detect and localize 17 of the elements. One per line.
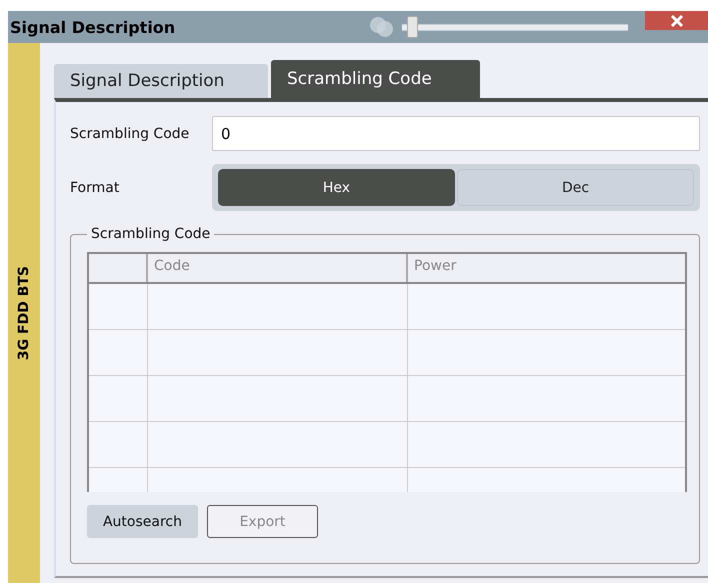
- column-header: Code: [148, 254, 408, 282]
- field-label: Scrambling Code: [70, 126, 190, 142]
- slider-thumb[interactable]: [406, 16, 418, 38]
- close-icon: [668, 14, 684, 26]
- column-header: Power: [413, 257, 458, 276]
- format-option[interactable]: Dec: [457, 169, 694, 206]
- window-title: Signal Description: [9, 18, 176, 36]
- group-title: Scrambling Code: [90, 226, 212, 242]
- input-field[interactable]: 0: [212, 116, 700, 151]
- close-button[interactable]: [645, 11, 708, 30]
- transparency-icon: [368, 16, 396, 38]
- sidebar-label: 3G FDD BTS: [16, 266, 32, 360]
- tab[interactable]: Signal Description: [54, 64, 268, 98]
- format-option[interactable]: Hex: [218, 169, 455, 206]
- field-label: Format: [70, 180, 120, 196]
- button[interactable]: Autosearch: [87, 505, 198, 538]
- tab[interactable]: Scrambling Code: [271, 60, 480, 98]
